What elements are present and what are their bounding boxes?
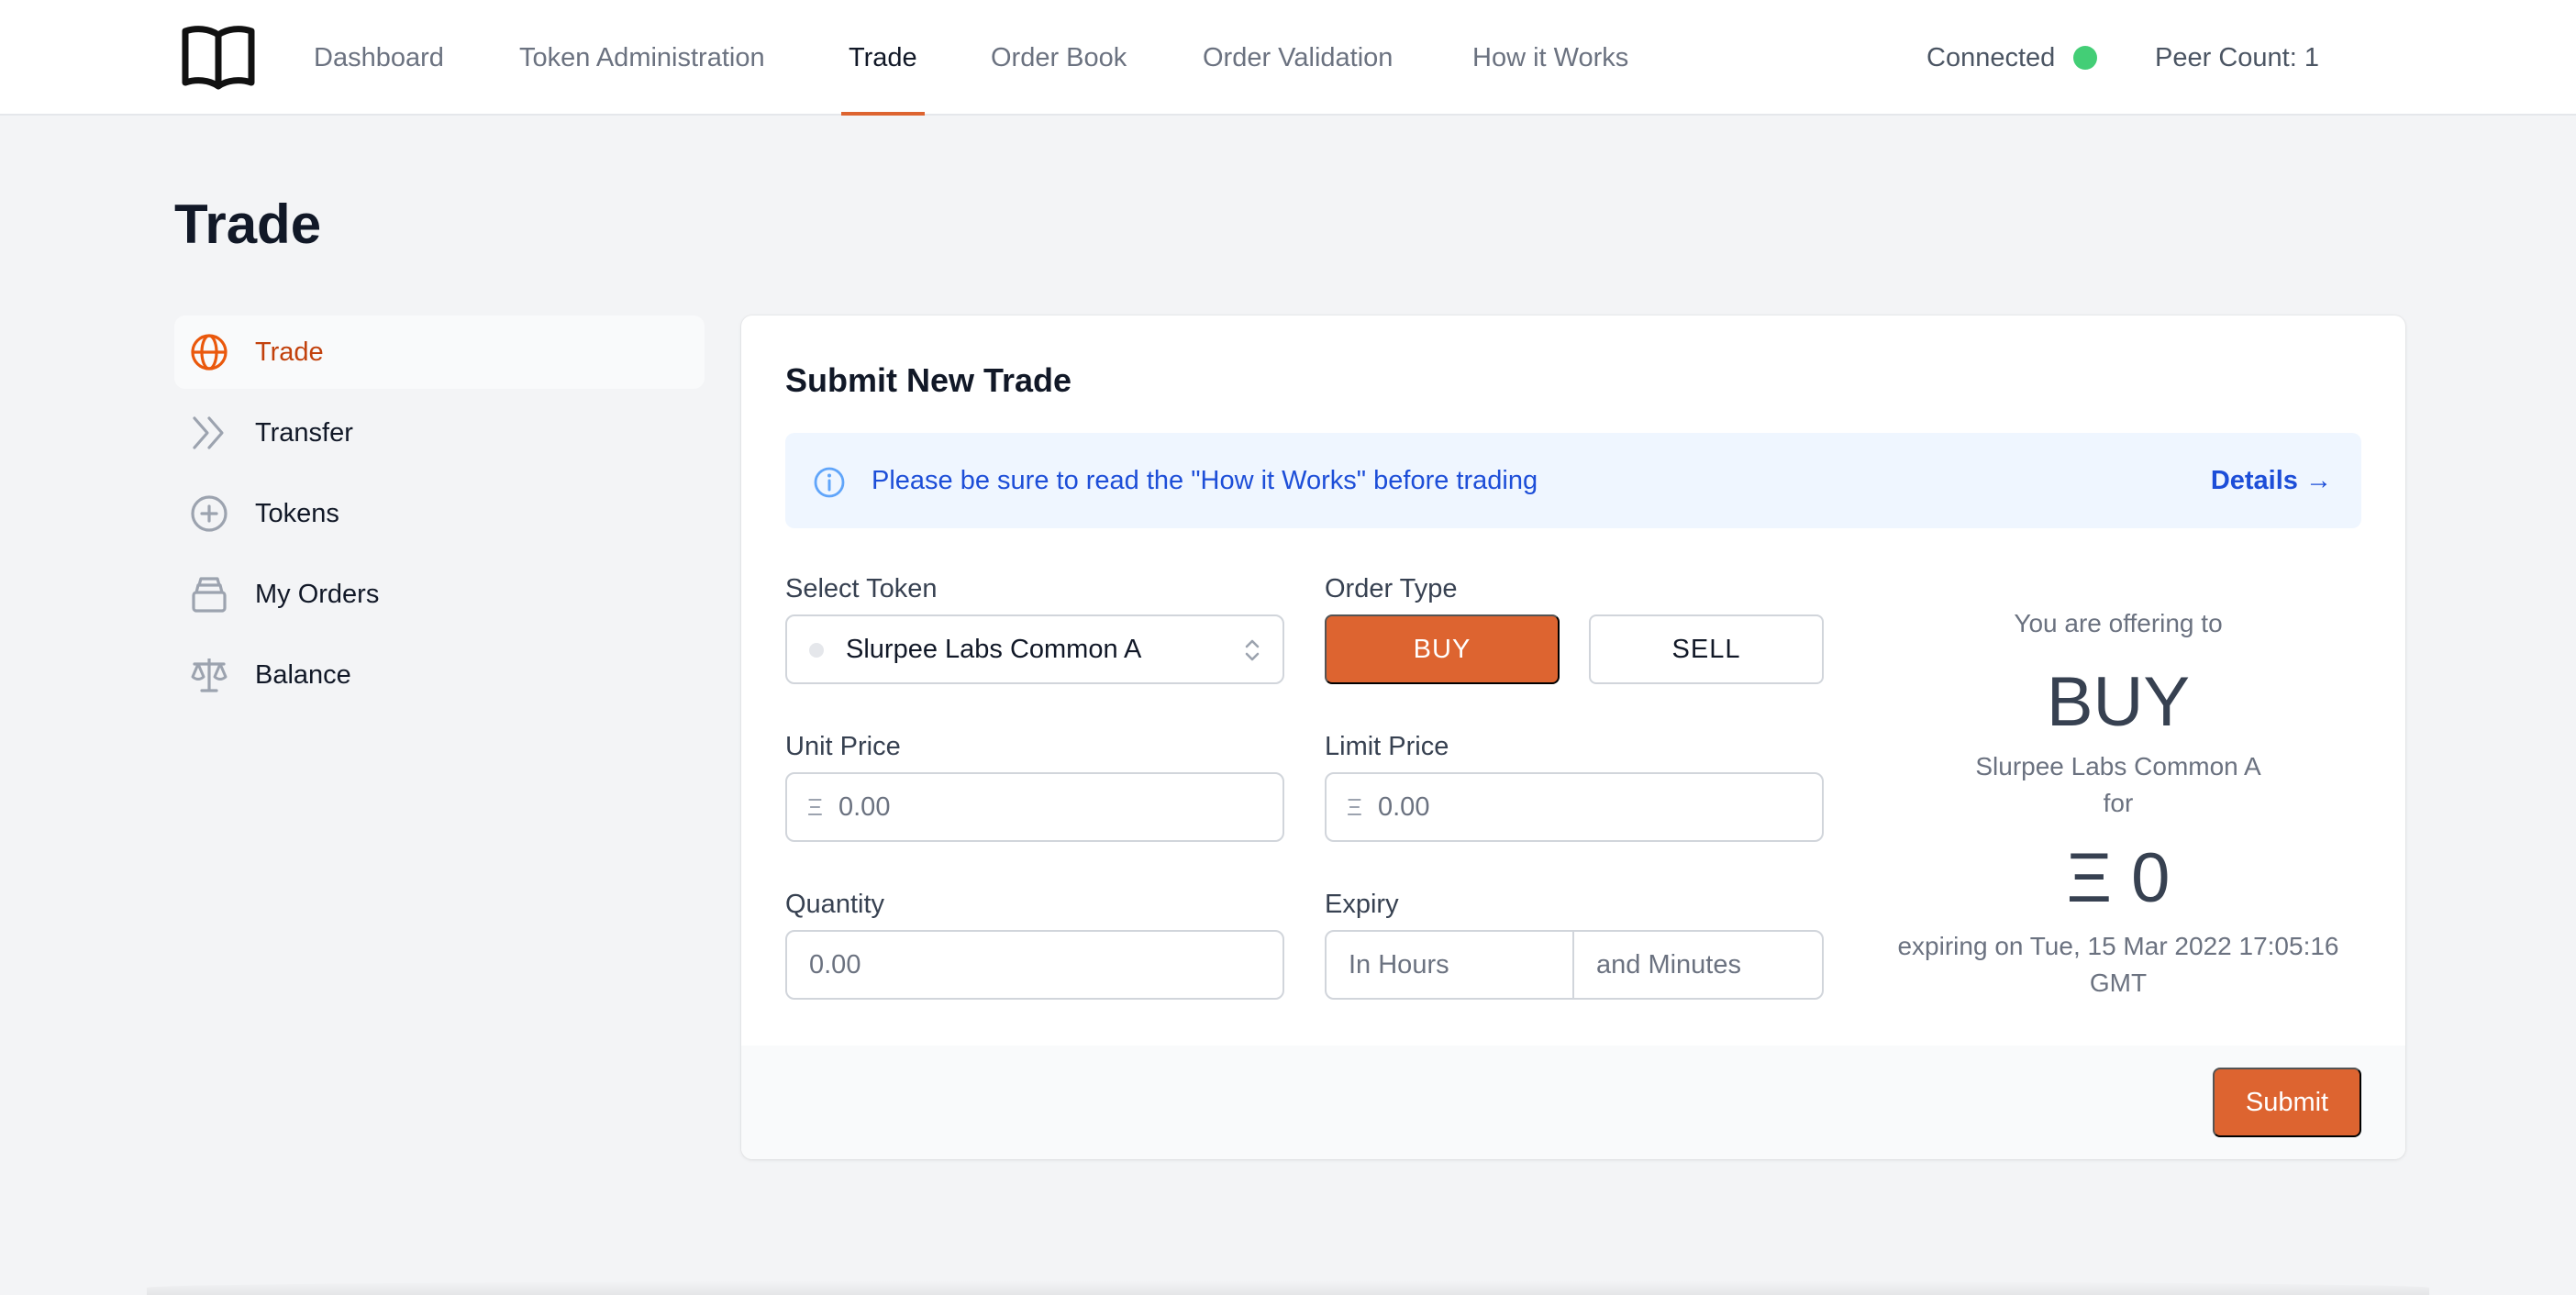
expiry-label: Expiry (1325, 890, 1399, 919)
summary-expiry: expiring on Tue, 15 Mar 2022 17:05:16 (1897, 932, 2339, 960)
order-type-label: Order Type (1325, 574, 1458, 603)
quantity-label: Quantity (785, 890, 884, 919)
summary-side: BUY (2046, 663, 2191, 741)
card-footer: Submit (741, 1046, 2405, 1159)
sidebar-item-label: Tokens (255, 498, 339, 528)
buy-button[interactable]: BUY (1325, 614, 1560, 684)
expiry-hours-input[interactable]: In Hours (1327, 932, 1572, 998)
top-navigation: Dashboard Token Administration Trade Ord… (0, 0, 2576, 116)
select-token-value: Slurpee Labs Common A (846, 634, 1142, 664)
token-color-dot (809, 643, 824, 658)
submit-trade-card: Submit New Trade Please be sure to read … (741, 315, 2405, 1159)
nav-trade[interactable]: Trade (841, 0, 925, 116)
details-link[interactable]: Details → (2211, 433, 2332, 528)
globe-icon (191, 334, 228, 371)
sidebar-item-tokens[interactable]: Tokens (174, 477, 705, 550)
info-banner: Please be sure to read the "How it Works… (785, 433, 2361, 528)
sidebar-item-trade[interactable]: Trade (174, 315, 705, 389)
summary-for: for (2103, 789, 2134, 817)
sidebar-item-balance[interactable]: Balance (174, 638, 705, 712)
connection-status-dot (2073, 46, 2097, 70)
unit-price-placeholder: 0.00 (838, 791, 891, 822)
eth-symbol: Ξ (807, 792, 823, 821)
info-banner-text: Please be sure to read the "How it Works… (872, 465, 1538, 495)
sidebar-item-label: My Orders (255, 579, 380, 609)
expiry-field-group: In Hours and Minutes (1325, 930, 1824, 1000)
limit-price-label: Limit Price (1325, 732, 1449, 761)
connection-status: Connected (1926, 42, 2056, 72)
sidebar-item-my-orders[interactable]: My Orders (174, 558, 705, 631)
select-token-label: Select Token (785, 574, 938, 603)
open-book-logo-icon[interactable] (180, 24, 257, 90)
unit-price-label: Unit Price (785, 732, 901, 761)
eth-symbol: Ξ (1347, 792, 1362, 821)
scale-icon (191, 659, 228, 692)
quantity-placeholder: 0.00 (809, 949, 861, 980)
unit-price-input[interactable]: Ξ 0.00 (785, 772, 1284, 842)
quantity-input[interactable]: 0.00 (785, 930, 1284, 1000)
card-title: Submit New Trade (785, 361, 1072, 399)
footer-shadow (147, 1280, 2429, 1295)
limit-price-placeholder: 0.00 (1378, 791, 1430, 822)
summary-expiry-timezone: GMT (2089, 968, 2148, 997)
limit-price-input[interactable]: Ξ 0.00 (1325, 772, 1824, 842)
summary-total: Ξ 0 (2066, 839, 2171, 917)
inbox-stack-icon (192, 577, 227, 613)
expiry-minutes-input[interactable]: and Minutes (1574, 932, 1822, 998)
sidebar-item-transfer[interactable]: Transfer (174, 396, 705, 470)
nav-order-book[interactable]: Order Book (991, 0, 1127, 116)
peer-count: Peer Count: 1 (2155, 42, 2319, 72)
plus-circle-icon (191, 495, 228, 532)
double-chevron-right-icon (193, 416, 224, 449)
nav-token-administration[interactable]: Token Administration (519, 0, 765, 116)
sell-button[interactable]: SELL (1589, 614, 1824, 684)
nav-order-validation[interactable]: Order Validation (1203, 0, 1393, 116)
nav-dashboard[interactable]: Dashboard (314, 0, 444, 116)
summary-token: Slurpee Labs Common A (1975, 752, 2261, 780)
submit-button[interactable]: Submit (2213, 1068, 2361, 1137)
info-circle-icon (814, 467, 845, 498)
sidebar-item-label: Transfer (255, 417, 353, 448)
nav-how-it-works[interactable]: How it Works (1472, 0, 1628, 116)
page-title: Trade (174, 194, 322, 255)
summary-offering-text: You are offering to (2014, 609, 2223, 637)
sidebar-item-label: Balance (255, 659, 351, 690)
chevron-up-down-icon (1245, 639, 1260, 661)
sidebar-item-label: Trade (255, 337, 324, 367)
select-token-dropdown[interactable]: Slurpee Labs Common A (785, 614, 1284, 684)
